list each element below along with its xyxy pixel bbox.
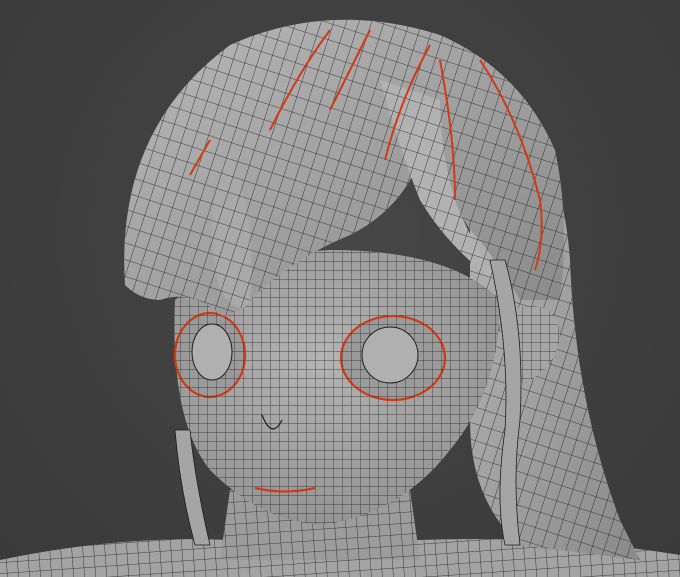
left-eye — [173, 311, 247, 399]
right-eye — [339, 314, 447, 402]
3d-viewport[interactable] — [0, 0, 680, 577]
wireframe-model — [0, 19, 680, 577]
